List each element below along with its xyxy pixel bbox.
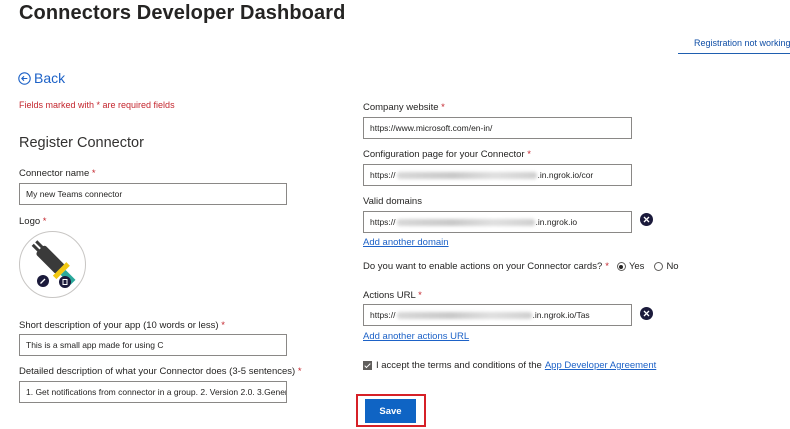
radio-no[interactable]: No: [654, 261, 679, 272]
redacted-text: [396, 171, 537, 179]
valid-domains-label: Valid domains: [363, 196, 422, 207]
required-fields-note: Fields marked with * are required fields: [19, 100, 175, 110]
save-button[interactable]: Save: [365, 399, 416, 423]
add-domain-link[interactable]: Add another domain: [363, 237, 449, 248]
close-icon: [643, 216, 650, 223]
connector-name-input[interactable]: My new Teams connector: [19, 183, 287, 205]
logo-label: Logo *: [19, 216, 47, 227]
app-developer-agreement-link[interactable]: App Developer Agreement: [545, 360, 656, 371]
valid-domains-input[interactable]: https://.in.ngrok.io: [363, 211, 632, 233]
radio-yes-label: Yes: [628, 261, 645, 272]
redacted-text: [396, 311, 532, 319]
actions-url-input[interactable]: https://.in.ngrok.io/Tas: [363, 304, 632, 326]
connector-name-label: Connector name *: [19, 168, 96, 179]
terms-row: I accept the terms and conditions of the…: [363, 360, 656, 371]
actions-url-label: Actions URL *: [363, 290, 422, 301]
radio-no-circle: [654, 262, 664, 271]
short-description-label: Short description of your app (10 words …: [19, 320, 225, 331]
registration-link-underline: [678, 53, 790, 54]
registration-help-link[interactable]: Registration not working?: [694, 38, 790, 48]
configuration-page-label: Configuration page for your Connector *: [363, 149, 531, 160]
page-title: Connectors Developer Dashboard: [19, 2, 346, 24]
configuration-page-input[interactable]: https://.in.ngrok.io/cor: [363, 164, 632, 186]
add-actions-url-link[interactable]: Add another actions URL: [363, 331, 469, 342]
connector-logo-image: [31, 240, 76, 288]
back-button[interactable]: Back: [18, 70, 65, 86]
remove-domain-button[interactable]: [640, 213, 653, 226]
radio-yes-circle: [616, 262, 626, 271]
terms-text: I accept the terms and conditions of the: [376, 360, 542, 371]
terms-checkbox[interactable]: [363, 361, 372, 370]
company-website-input[interactable]: https://www.microsoft.com/en-in/: [363, 117, 632, 139]
detailed-description-input[interactable]: 1. Get notifications from connector in a…: [19, 381, 287, 403]
back-label: Back: [34, 70, 66, 86]
radio-no-label: No: [666, 261, 679, 272]
required-star: *: [605, 261, 609, 272]
company-website-label: Company website *: [363, 102, 445, 113]
detailed-description-label: Detailed description of what your Connec…: [19, 366, 302, 377]
radio-yes[interactable]: Yes: [616, 261, 645, 272]
enable-actions-question: Do you want to enable actions on your Co…: [363, 261, 603, 272]
redacted-text: [396, 218, 535, 226]
section-title: Register Connector: [19, 135, 144, 151]
short-description-input[interactable]: This is a small app made for using C: [19, 334, 287, 356]
back-arrow-icon: [18, 71, 31, 85]
close-icon: [643, 310, 650, 317]
logo-upload[interactable]: [19, 231, 86, 298]
enable-actions-row: Do you want to enable actions on your Co…: [363, 261, 679, 272]
remove-actions-url-button[interactable]: [640, 307, 653, 320]
